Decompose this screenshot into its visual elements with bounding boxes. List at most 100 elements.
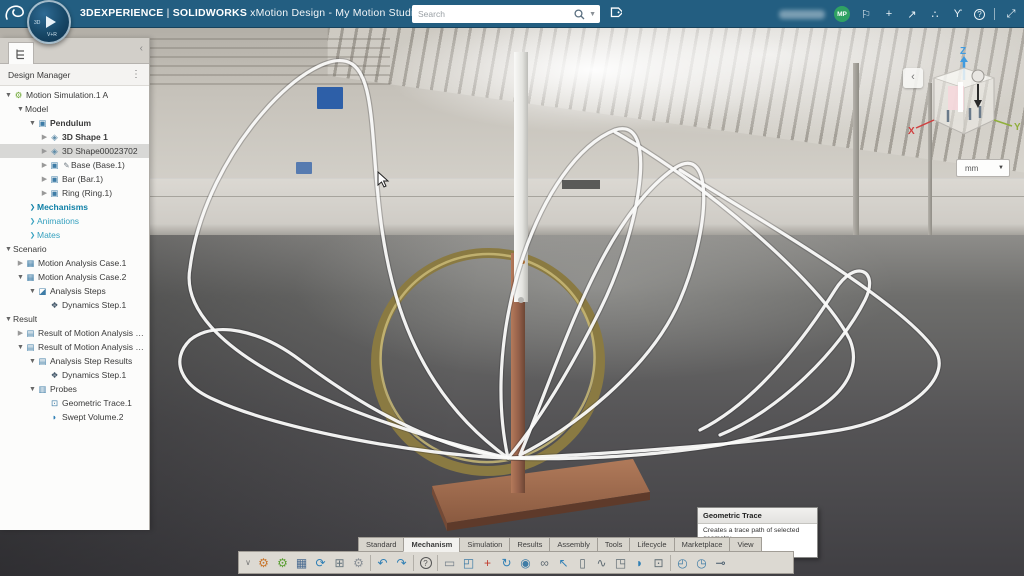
axis-system-icon[interactable]: +	[478, 553, 497, 572]
part-cube-icon[interactable]: ◰	[459, 553, 478, 572]
tag-icon[interactable]	[608, 6, 622, 20]
tree-item-swept-volume-2[interactable]: ◗Swept Volume.2	[0, 410, 149, 424]
tab-view[interactable]: View	[729, 537, 761, 552]
help-icon[interactable]: ?	[974, 9, 985, 20]
tree-item-model[interactable]: ▼Model	[0, 102, 149, 116]
revolute-joint-icon[interactable]: ↻	[497, 553, 516, 572]
units-dropdown[interactable]: mm ▼	[956, 159, 1010, 177]
tab-tools[interactable]: Tools	[597, 537, 630, 552]
ball-joint-icon[interactable]: ◉	[516, 553, 535, 572]
tree-item-motion-analysis-case-1[interactable]: ▶▦Motion Analysis Case.1	[0, 256, 149, 270]
swept-volume-tool-icon[interactable]: ◗	[630, 553, 649, 572]
tree-item-result[interactable]: ▼Result	[0, 312, 149, 326]
expand-arrow-icon[interactable]: ▼	[16, 106, 25, 113]
expand-arrow-icon[interactable]: ▼	[28, 120, 37, 127]
help-circle-icon[interactable]: ?	[416, 553, 435, 572]
toolbar-collapse-icon[interactable]: ∨	[242, 553, 254, 572]
tab-assembly[interactable]: Assembly	[549, 537, 597, 552]
probe-icon[interactable]: ⊸	[711, 553, 730, 572]
tree-item-result-of-motion-analysis-cas[interactable]: ▼▤Result of Motion Analysis Cas...	[0, 340, 149, 354]
collapse-arrow-icon[interactable]: ▶	[40, 147, 49, 155]
collapse-arrow-icon[interactable]: ▶	[40, 133, 49, 141]
tree-item-probes[interactable]: ▼▥Probes	[0, 382, 149, 396]
tree-item-analysis-steps[interactable]: ▼◪Analysis Steps	[0, 284, 149, 298]
duplicate-icon[interactable]: ⊞	[330, 553, 349, 572]
search-options-chevron-icon[interactable]: ▼	[589, 11, 596, 18]
mechanism-link-icon[interactable]: ∞	[535, 553, 554, 572]
tab-mechanism[interactable]: Mechanism	[403, 537, 459, 552]
panel-menu-icon[interactable]: ⋮	[131, 69, 149, 80]
trace-gauge-icon[interactable]: ◴	[673, 553, 692, 572]
notifications-icon[interactable]: ⚐	[859, 8, 873, 21]
panel-collapse-chevron[interactable]: ‹	[140, 43, 143, 54]
expand-arrow-icon[interactable]: ▼	[28, 358, 37, 365]
tree-item-motion-analysis-case-2[interactable]: ▼▦Motion Analysis Case.2	[0, 270, 149, 284]
collapse-arrow-icon[interactable]: ▶	[16, 329, 25, 337]
bounding-box-icon[interactable]: ▭	[440, 553, 459, 572]
tab-lifecycle[interactable]: Lifecycle	[629, 537, 673, 552]
dassault-3ds-logo[interactable]	[4, 3, 28, 25]
user-name-redacted[interactable]	[779, 10, 825, 19]
tree-item-motion-simulation-1-a[interactable]: ▼⚙Motion Simulation.1 A	[0, 88, 149, 102]
add-icon[interactable]: +	[882, 8, 896, 20]
share-network-icon[interactable]: ∴	[928, 8, 942, 21]
search-input[interactable]: Search ▼	[412, 5, 600, 23]
tab-simulation[interactable]: Simulation	[459, 537, 509, 552]
new-simulation-icon[interactable]: ⚙	[273, 553, 292, 572]
tree-view-tab[interactable]	[8, 42, 34, 64]
tree-item-dynamics-step-1[interactable]: ❖Dynamics Step.1	[0, 368, 149, 382]
contact-icon[interactable]: ◳	[611, 553, 630, 572]
chevron-right-icon[interactable]: ❯	[28, 203, 37, 211]
avatar[interactable]: MP	[834, 6, 850, 22]
collapse-arrow-icon[interactable]: ▶	[16, 259, 25, 267]
tree-item-geometric-trace-1[interactable]: ⊡Geometric Trace.1	[0, 396, 149, 410]
damper-icon[interactable]: ▯	[573, 553, 592, 572]
collapse-arrow-icon[interactable]: ▶	[40, 189, 49, 197]
tree-item-analysis-step-results[interactable]: ▼▤Analysis Step Results	[0, 354, 149, 368]
app-name[interactable]: xMotion Design - My Motion Studies	[250, 7, 425, 19]
tree-item-pendulum[interactable]: ▼▣Pendulum	[0, 116, 149, 130]
fullscreen-icon[interactable]: ⤢	[1004, 8, 1018, 21]
tree-item-bar-bar-1[interactable]: ▶▣Bar (Bar.1)	[0, 172, 149, 186]
tab-standard[interactable]: Standard	[358, 537, 403, 552]
geometric-trace-tool-icon[interactable]: ⊡	[649, 553, 668, 572]
tree-item-mates[interactable]: ❯Mates	[0, 228, 149, 242]
trace-gauge-2-icon[interactable]: ◷	[692, 553, 711, 572]
tree-item-result-of-motion-analysis-cas[interactable]: ▶▤Result of Motion Analysis Cas...	[0, 326, 149, 340]
drag-component-icon[interactable]: ↖	[554, 553, 573, 572]
spring-icon[interactable]: ∿	[592, 553, 611, 572]
expand-arrow-icon[interactable]: ▼	[28, 386, 37, 393]
update-icon[interactable]: ⟳	[311, 553, 330, 572]
tree-item-mechanisms[interactable]: ❯Mechanisms	[0, 200, 149, 214]
tree-item-3d-shape-1[interactable]: ▶◈3D Shape 1	[0, 130, 149, 144]
expand-arrow-icon[interactable]: ▼	[28, 288, 37, 295]
settings-gear-icon[interactable]: ⚙	[349, 553, 368, 572]
search-icon[interactable]	[574, 9, 585, 20]
save-icon[interactable]: ▦	[292, 553, 311, 572]
tree-item-base-base-1[interactable]: ▶▣✎Base (Base.1)	[0, 158, 149, 172]
chevron-right-icon[interactable]: ❯	[28, 231, 37, 239]
pendulum-model[interactable]: Z X Y	[0, 28, 1024, 576]
expand-arrow-icon[interactable]: ▼	[16, 344, 25, 351]
redo-icon[interactable]: ↷	[392, 553, 411, 572]
collapse-arrow-icon[interactable]: ▶	[40, 161, 49, 169]
share-arrow-icon[interactable]: ↗	[905, 8, 919, 21]
signature-icon[interactable]: Ƴ	[951, 8, 965, 20]
expand-arrow-icon[interactable]: ▼	[4, 246, 13, 253]
expand-arrow-icon[interactable]: ▼	[4, 316, 13, 323]
expand-arrow-icon[interactable]: ▼	[16, 274, 25, 281]
tree-item-dynamics-step-1[interactable]: ❖Dynamics Step.1	[0, 298, 149, 312]
expand-arrow-icon[interactable]: ▼	[4, 92, 13, 99]
tab-results[interactable]: Results	[509, 537, 549, 552]
tree-item-animations[interactable]: ❯Animations	[0, 214, 149, 228]
chevron-right-icon[interactable]: ❯	[28, 217, 37, 225]
viewcube-panel-collapse-button[interactable]: ‹	[903, 68, 923, 88]
3d-viewport[interactable]: Z X Y ‹ mm ▼ Geometric Trace Creates a t…	[0, 28, 1024, 576]
collapse-arrow-icon[interactable]: ▶	[40, 175, 49, 183]
mechanism-app-icon[interactable]: ⚙	[254, 553, 273, 572]
tab-marketplace[interactable]: Marketplace	[674, 537, 730, 552]
tree-item-ring-ring-1[interactable]: ▶▣Ring (Ring.1)	[0, 186, 149, 200]
tree-item-scenario[interactable]: ▼Scenario	[0, 242, 149, 256]
3dexperience-compass[interactable]: 3D V+R	[27, 0, 71, 44]
tree-item-3d-shape00023702[interactable]: ▶◈3D Shape00023702	[0, 144, 149, 158]
